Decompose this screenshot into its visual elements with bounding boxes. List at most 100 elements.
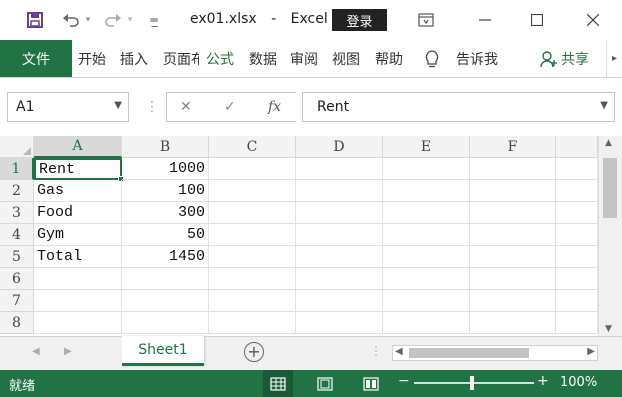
tab-view[interactable]: 视图 xyxy=(332,40,360,77)
name-box-dropdown-icon[interactable]: ▼ xyxy=(114,100,122,111)
formula-input[interactable]: Rent ▼ xyxy=(302,92,615,122)
cell-c1[interactable] xyxy=(209,158,296,180)
cell-a1[interactable]: Rent xyxy=(34,158,122,180)
cell-d6[interactable] xyxy=(296,268,383,290)
page-layout-view-icon[interactable] xyxy=(310,370,340,397)
tab-insert[interactable]: 插入 xyxy=(120,40,148,77)
redo-icon[interactable] xyxy=(102,0,124,40)
cell-c4[interactable] xyxy=(209,224,296,246)
cell-g4[interactable] xyxy=(556,224,598,246)
column-header-b[interactable]: B xyxy=(122,136,209,158)
cell-e2[interactable] xyxy=(383,180,470,202)
row-header-4[interactable]: 4 xyxy=(0,224,34,246)
cell-c3[interactable] xyxy=(209,202,296,224)
customize-quick-access-icon[interactable]: ═̲ xyxy=(145,0,163,40)
cell-d3[interactable] xyxy=(296,202,383,224)
ribbon-display-options-icon[interactable] xyxy=(414,0,438,40)
horizontal-scrollbar[interactable]: ◀ ▶ xyxy=(392,345,598,361)
scroll-down-icon[interactable]: ▼ xyxy=(605,324,612,334)
column-header-a[interactable]: A xyxy=(34,136,122,158)
cell-d1[interactable] xyxy=(296,158,383,180)
sheet-prev-icon[interactable]: ◀ xyxy=(32,346,40,357)
cell-c8[interactable] xyxy=(209,312,296,334)
share-button[interactable]: 共享 xyxy=(540,40,589,77)
cell-a5[interactable]: Total xyxy=(34,246,122,268)
tab-page-layout[interactable]: 页面布局 xyxy=(163,40,199,77)
scroll-right-icon[interactable]: ▶ xyxy=(587,346,595,357)
cell-a8[interactable] xyxy=(34,312,122,334)
cell-a2[interactable]: Gas xyxy=(34,180,122,202)
cell-f6[interactable] xyxy=(470,268,556,290)
cell-d8[interactable] xyxy=(296,312,383,334)
cell-g1[interactable] xyxy=(556,158,598,180)
cell-d2[interactable] xyxy=(296,180,383,202)
cell-d7[interactable] xyxy=(296,290,383,312)
select-all-button[interactable] xyxy=(0,136,34,158)
cell-g8[interactable] xyxy=(556,312,598,334)
cell-c7[interactable] xyxy=(209,290,296,312)
cell-b5[interactable]: 1450 xyxy=(122,246,209,268)
cell-g2[interactable] xyxy=(556,180,598,202)
cell-g5[interactable] xyxy=(556,246,598,268)
cell-e7[interactable] xyxy=(383,290,470,312)
sheet-tab-sheet1[interactable]: Sheet1 xyxy=(122,336,204,366)
undo-dropdown-icon[interactable]: ▾ xyxy=(82,0,94,40)
undo-icon[interactable] xyxy=(60,0,82,40)
cell-f1[interactable] xyxy=(470,158,556,180)
cell-b1[interactable]: 1000 xyxy=(122,158,209,180)
tab-file[interactable]: 文件 xyxy=(0,40,72,77)
cell-a3[interactable]: Food xyxy=(34,202,122,224)
cell-d4[interactable] xyxy=(296,224,383,246)
cell-c2[interactable] xyxy=(209,180,296,202)
cell-b6[interactable] xyxy=(122,268,209,290)
cell-a6[interactable] xyxy=(34,268,122,290)
cell-a4[interactable]: Gym xyxy=(34,224,122,246)
row-header-8[interactable]: 8 xyxy=(0,312,34,334)
cell-e3[interactable] xyxy=(383,202,470,224)
minimize-icon[interactable] xyxy=(470,0,500,40)
column-header-c[interactable]: C xyxy=(209,136,296,158)
cell-b3[interactable]: 300 xyxy=(122,202,209,224)
lightbulb-icon[interactable] xyxy=(424,40,440,77)
cell-f5[interactable] xyxy=(470,246,556,268)
name-box[interactable]: A1 ▼ xyxy=(7,92,129,122)
column-header-g-partial[interactable] xyxy=(556,136,598,158)
cell-c5[interactable] xyxy=(209,246,296,268)
cell-f4[interactable] xyxy=(470,224,556,246)
tab-split-grip-icon[interactable]: ⋮ xyxy=(370,344,382,358)
row-header-5[interactable]: 5 xyxy=(0,246,34,268)
redo-dropdown-icon[interactable]: ▾ xyxy=(124,0,136,40)
cell-e1[interactable] xyxy=(383,158,470,180)
column-header-e[interactable]: E xyxy=(383,136,470,158)
cell-b2[interactable]: 100 xyxy=(122,180,209,202)
cell-c6[interactable] xyxy=(209,268,296,290)
ribbon-scroll-right-icon[interactable]: ▸ xyxy=(606,40,622,77)
cell-a7[interactable] xyxy=(34,290,122,312)
row-header-1[interactable]: 1 xyxy=(0,158,34,180)
cancel-icon[interactable]: ✕ xyxy=(180,92,192,122)
cell-e4[interactable] xyxy=(383,224,470,246)
insert-function-icon[interactable]: fx xyxy=(268,92,281,122)
vertical-scroll-thumb[interactable] xyxy=(603,158,617,218)
tell-me-box[interactable]: 告诉我 xyxy=(456,40,498,77)
horizontal-scroll-thumb[interactable] xyxy=(409,348,529,358)
expand-formula-bar-icon[interactable]: ▼ xyxy=(600,100,608,111)
cell-f2[interactable] xyxy=(470,180,556,202)
cell-f8[interactable] xyxy=(470,312,556,334)
column-header-f[interactable]: F xyxy=(470,136,556,158)
row-header-2[interactable]: 2 xyxy=(0,180,34,202)
zoom-percentage[interactable]: 100% xyxy=(560,375,597,390)
save-icon[interactable] xyxy=(22,0,48,40)
tab-home[interactable]: 开始 xyxy=(78,40,106,77)
tab-data[interactable]: 数据 xyxy=(249,40,277,77)
cell-g6[interactable] xyxy=(556,268,598,290)
cell-f3[interactable] xyxy=(470,202,556,224)
cell-b7[interactable] xyxy=(122,290,209,312)
zoom-slider[interactable] xyxy=(414,382,534,384)
tab-help[interactable]: 帮助 xyxy=(375,40,403,77)
login-button[interactable]: 登录 xyxy=(332,9,387,31)
row-header-7[interactable]: 7 xyxy=(0,290,34,312)
scroll-left-icon[interactable]: ◀ xyxy=(395,346,403,357)
close-icon[interactable] xyxy=(578,0,608,40)
vertical-scrollbar[interactable]: ▲ ▼ xyxy=(598,136,622,336)
